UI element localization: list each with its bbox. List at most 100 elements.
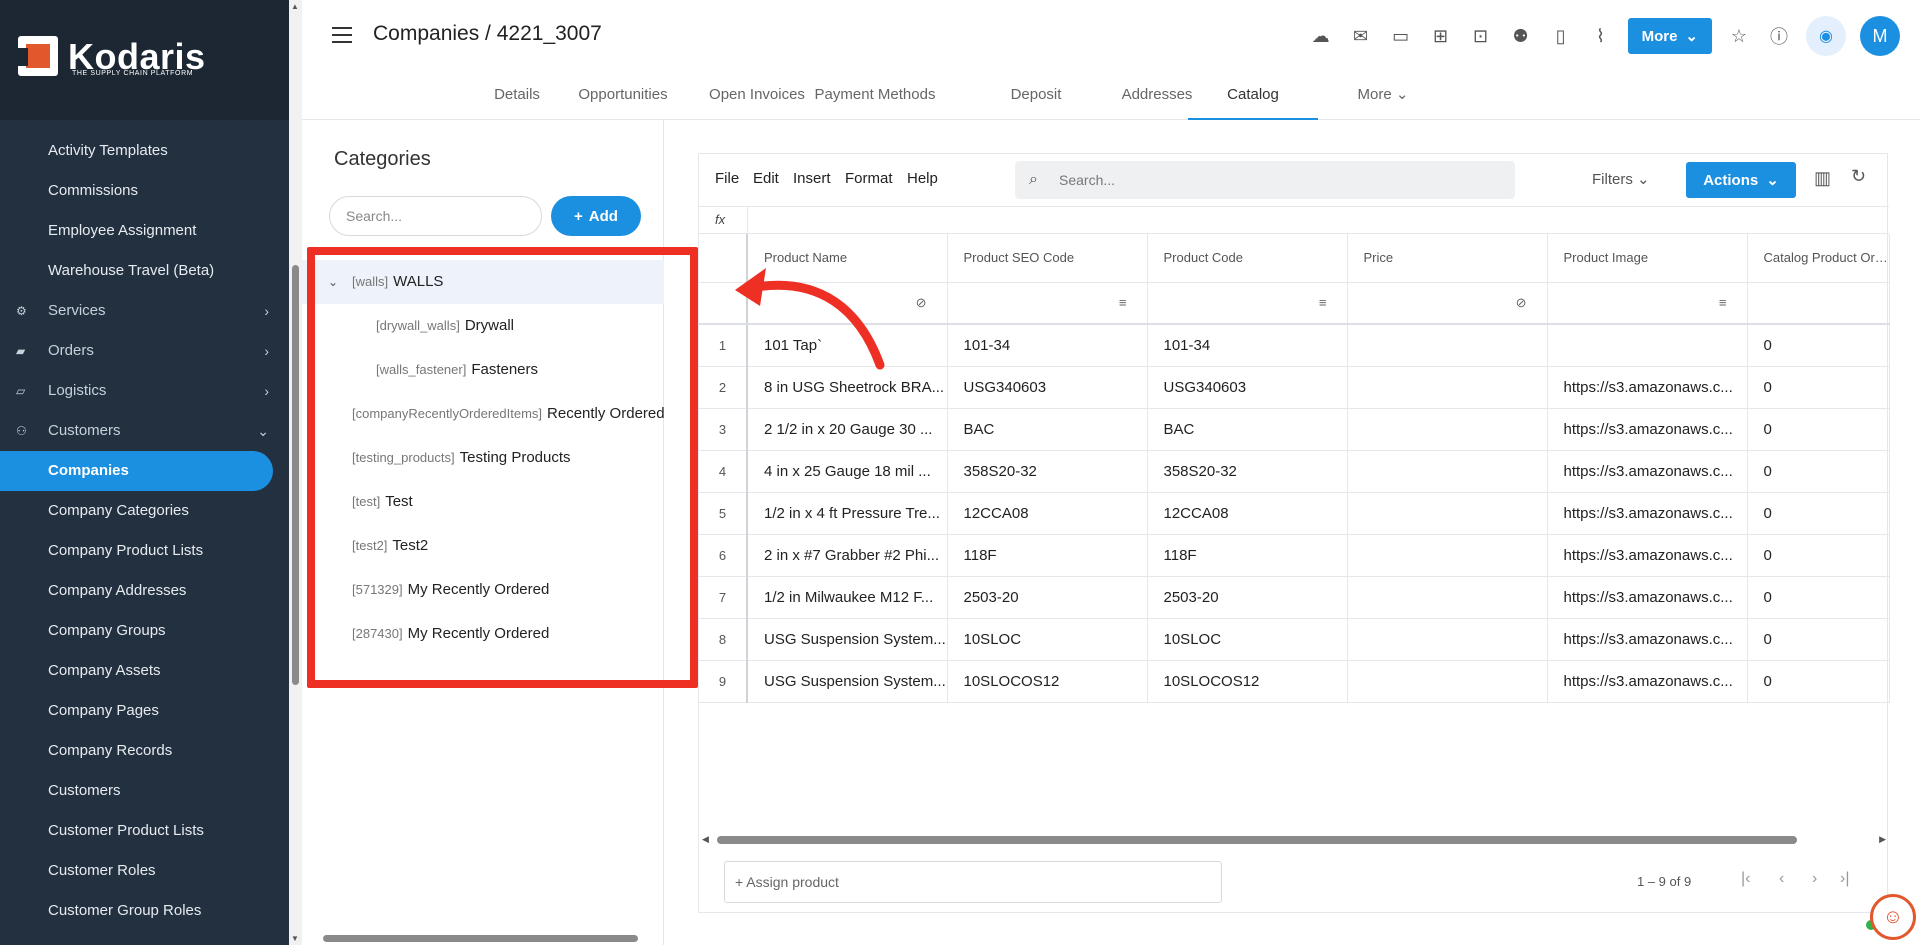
table-cell[interactable] bbox=[1347, 324, 1548, 367]
menu-file[interactable]: File bbox=[715, 170, 739, 187]
sidebar-item-customers[interactable]: Customers bbox=[0, 771, 289, 811]
table-row[interactable]: 7 1/2 in Milwaukee M12 F... 2503-20 2503-20… bbox=[699, 576, 1890, 619]
menu-help[interactable]: Help bbox=[907, 170, 938, 187]
table-cell[interactable] bbox=[1347, 492, 1548, 535]
table-cell[interactable]: 12CCA08 bbox=[947, 492, 1148, 535]
tab-catalog[interactable]: Catalog bbox=[1188, 72, 1318, 120]
filter-off-icon[interactable]: ⊘ bbox=[916, 295, 927, 311]
mail-icon[interactable]: ✉ bbox=[1348, 23, 1374, 49]
sidebar-item-orders[interactable]: ▰ Orders › bbox=[0, 331, 289, 371]
table-cell[interactable]: https://s3.amazonaws.c... bbox=[1547, 450, 1748, 493]
prev-page-icon[interactable]: ‹ bbox=[1779, 870, 1784, 888]
add-person-icon[interactable]: ⚉ bbox=[1508, 23, 1534, 49]
table-row[interactable]: 44 in x 25 Gauge 18 mil ... 358S20-32 358S… bbox=[699, 450, 1890, 493]
columns-icon[interactable]: ▥ bbox=[1814, 168, 1831, 189]
gift-icon[interactable]: ⊞ bbox=[1428, 23, 1454, 49]
help-icon[interactable]: ⓘ bbox=[1766, 23, 1792, 49]
tab-more[interactable]: More ⌄ bbox=[1318, 72, 1448, 120]
assign-product-input[interactable]: + Assign product bbox=[724, 861, 1222, 903]
table-cell[interactable]: 10SLOC bbox=[947, 618, 1148, 661]
table-row[interactable]: 9 USG Suspension System... 10SLOCOS12 10SLO… bbox=[699, 660, 1890, 703]
sidebar-item-company-pages[interactable]: Company Pages bbox=[0, 691, 289, 731]
filter-cell[interactable] bbox=[1747, 282, 1890, 325]
table-row[interactable]: 28 in USG Sheetrock BRA... USG340603 USG34… bbox=[699, 366, 1890, 409]
table-cell[interactable]: 358S20-32 bbox=[947, 450, 1148, 493]
table-cell[interactable]: 0 bbox=[1747, 366, 1890, 409]
refresh-icon[interactable]: ↻ bbox=[1851, 166, 1866, 187]
table-cell[interactable]: 0 bbox=[1747, 324, 1890, 367]
table-cell[interactable]: 2503-20 bbox=[1147, 576, 1348, 619]
logo[interactable]: Kodaris THE SUPPLY CHAIN PLATFORM bbox=[0, 0, 289, 120]
table-cell[interactable]: 2 in x #7 Grabber #2 Phi... bbox=[747, 534, 948, 577]
table-cell[interactable] bbox=[1347, 450, 1548, 493]
robot-icon[interactable]: ◉ bbox=[1806, 16, 1846, 56]
table-cell[interactable]: 101-34 bbox=[947, 324, 1148, 367]
table-cell[interactable]: 12CCA08 bbox=[1147, 492, 1348, 535]
table-cell[interactable]: USG340603 bbox=[1147, 366, 1348, 409]
categories-search-input[interactable]: Search... bbox=[329, 196, 542, 236]
formula-bar[interactable]: fx bbox=[699, 206, 1889, 235]
payment-card-icon[interactable]: ▭ bbox=[1388, 23, 1414, 49]
sidebar-item-company-groups[interactable]: Company Groups bbox=[0, 611, 289, 651]
scroll-right-arrow-icon[interactable]: ▶ bbox=[1879, 834, 1886, 845]
table-cell[interactable] bbox=[1347, 408, 1548, 451]
sidebar-scrollbar[interactable]: ▲ ▼ bbox=[289, 0, 302, 945]
cloud-icon[interactable]: ☁ bbox=[1308, 23, 1334, 49]
sidebar-item-company-product-lists[interactable]: Company Product Lists bbox=[0, 531, 289, 571]
table-cell[interactable]: 1/2 in x 4 ft Pressure Tre... bbox=[747, 492, 948, 535]
sidebar-item-logistics[interactable]: ▱ Logistics › bbox=[0, 371, 289, 411]
filter-cell[interactable]: ≡ bbox=[947, 282, 1148, 325]
scroll-left-arrow-icon[interactable]: ◀ bbox=[702, 834, 709, 845]
sidebar-item-customer-roles[interactable]: Customer Roles bbox=[0, 851, 289, 891]
table-cell[interactable]: https://s3.amazonaws.c... bbox=[1547, 618, 1748, 661]
sidebar-item-customer-group-roles[interactable]: Customer Group Roles bbox=[0, 891, 289, 931]
paperclip-icon[interactable]: ⌇ bbox=[1588, 23, 1614, 49]
table-cell[interactable] bbox=[1547, 324, 1748, 367]
actions-button[interactable]: Actions ⌄ bbox=[1686, 162, 1796, 198]
menu-insert[interactable]: Insert bbox=[793, 170, 831, 187]
table-row[interactable]: 62 in x #7 Grabber #2 Phi... 118F 118F http… bbox=[699, 534, 1890, 577]
table-cell[interactable]: https://s3.amazonaws.c... bbox=[1547, 660, 1748, 703]
filters-dropdown[interactable]: Filters ⌄ bbox=[1592, 170, 1650, 188]
add-screen-icon[interactable]: ⊡ bbox=[1468, 23, 1494, 49]
table-cell[interactable]: USG Suspension System... bbox=[747, 660, 948, 703]
table-cell[interactable]: https://s3.amazonaws.c... bbox=[1547, 366, 1748, 409]
table-cell[interactable]: 0 bbox=[1747, 408, 1890, 451]
filter-cell[interactable]: ⊘ bbox=[747, 282, 948, 325]
menu-icon[interactable] bbox=[332, 27, 352, 43]
table-row[interactable]: 32 1/2 in x 20 Gauge 30 ... BAC BAC https:/… bbox=[699, 408, 1890, 451]
grid-search-input[interactable]: ⌕ Search... bbox=[1015, 161, 1515, 199]
table-cell[interactable]: https://s3.amazonaws.c... bbox=[1547, 534, 1748, 577]
table-cell[interactable]: 0 bbox=[1747, 492, 1890, 535]
star-icon[interactable]: ☆ bbox=[1726, 23, 1752, 49]
table-cell[interactable]: 0 bbox=[1747, 576, 1890, 619]
table-cell[interactable]: 0 bbox=[1747, 450, 1890, 493]
table-cell[interactable]: https://s3.amazonaws.c... bbox=[1547, 576, 1748, 619]
table-cell[interactable]: 0 bbox=[1747, 534, 1890, 577]
sidebar-item-companies[interactable]: Companies bbox=[0, 451, 273, 491]
table-cell[interactable]: 10SLOC bbox=[1147, 618, 1348, 661]
table-cell[interactable]: 0 bbox=[1747, 660, 1890, 703]
table-cell[interactable] bbox=[1347, 534, 1548, 577]
scroll-down-arrow-icon[interactable]: ▼ bbox=[291, 934, 299, 943]
sidebar-item-company-assets[interactable]: Company Assets bbox=[0, 651, 289, 691]
sidebar-item-company-addresses[interactable]: Company Addresses bbox=[0, 571, 289, 611]
tab-deposit[interactable]: Deposit bbox=[971, 72, 1101, 120]
column-header[interactable]: Product Name bbox=[747, 234, 948, 283]
categories-horizontal-scrollbar[interactable] bbox=[311, 933, 666, 943]
sidebar-item-employee-assignment[interactable]: Employee Assignment bbox=[0, 211, 289, 251]
table-cell[interactable]: USG Suspension System... bbox=[747, 618, 948, 661]
sidebar-item-customers[interactable]: ⚇ Customers ⌄ bbox=[0, 411, 289, 451]
sidebar-item-activity-templates[interactable]: Activity Templates bbox=[0, 131, 289, 171]
filter-icon[interactable]: ≡ bbox=[1119, 295, 1127, 310]
sidebar-item-company-records[interactable]: Company Records bbox=[0, 731, 289, 771]
tab-opportunities[interactable]: Opportunities bbox=[558, 72, 688, 120]
table-row[interactable]: 5 1/2 in x 4 ft Pressure Tre... 12CCA08 12C… bbox=[699, 492, 1890, 535]
table-row[interactable]: 1 101 Tap` 101-34 101-34 0 bbox=[699, 324, 1890, 367]
scrollbar-thumb[interactable] bbox=[717, 836, 1797, 844]
table-cell[interactable]: https://s3.amazonaws.c... bbox=[1547, 408, 1748, 451]
table-cell[interactable]: BAC bbox=[1147, 408, 1348, 451]
table-cell[interactable]: 1/2 in Milwaukee M12 F... bbox=[747, 576, 948, 619]
filter-cell[interactable]: ⊘ bbox=[1347, 282, 1548, 325]
scrollbar-thumb[interactable] bbox=[323, 935, 638, 942]
